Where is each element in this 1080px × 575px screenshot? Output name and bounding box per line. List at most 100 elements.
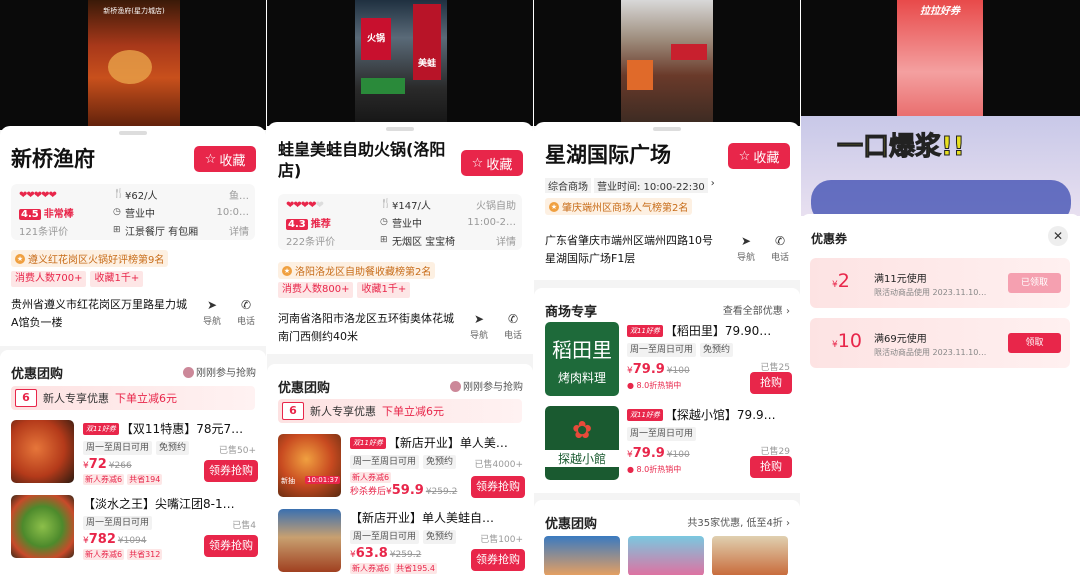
buy-button[interactable]: 领券抢购 xyxy=(471,549,525,571)
screenshot-collage: 新桥渔府(星力城店) 新桥渔府 ☆ 收藏 ❤❤❤❤❤ 4.5 非常棒 121条评价 … xyxy=(0,0,1080,575)
rank-badge[interactable]: ★ 遵义红花岗区火锅好评榜第9名 xyxy=(11,250,169,267)
hours-row[interactable]: ◷ 营业中 11:00-2… xyxy=(380,214,516,230)
double11-badge: 双11好券 xyxy=(83,423,119,435)
navigate-button[interactable]: ➤ 导航 xyxy=(467,312,491,341)
rating-hearts: ❤❤❤❤❤ xyxy=(19,190,57,201)
video-thumbnail[interactable] xyxy=(621,0,713,126)
deal-savings: 新人券减6 xyxy=(350,472,392,483)
video-area[interactable]: 拉拉好券 xyxy=(801,0,1080,120)
hours-row[interactable]: ◷ 营业中 10:0… xyxy=(113,204,249,220)
favorite-button[interactable]: ☆ 收藏 xyxy=(728,143,790,169)
buy-button[interactable]: 领券抢购 xyxy=(471,476,525,498)
double11-badge: 双11好券 xyxy=(350,437,386,449)
buy-button[interactable]: 领券抢购 xyxy=(204,460,258,482)
close-icon[interactable]: ✕ xyxy=(1048,226,1068,246)
storefront-sign: 火锅 xyxy=(361,18,391,60)
review-count[interactable]: 222条评价 xyxy=(286,233,335,248)
coupon-amount: ¥2 xyxy=(832,270,850,292)
deal-item[interactable]: 【新店开业】单人美蛙自… 周一至周日可用 免预约 已售100+ ¥63.8 ¥259… xyxy=(278,509,525,575)
panel-xinqiao-yufu: 新桥渔府(星力城店) 新桥渔府 ☆ 收藏 ❤❤❤❤❤ 4.5 非常棒 121条评价 … xyxy=(0,0,266,575)
rank-badge[interactable]: ★ 肇庆端州区商场人气榜第2名 xyxy=(545,198,693,215)
newcomer-promo[interactable]: 6 新人专享优惠 下单立减6元 xyxy=(278,399,522,423)
video-thumbnail[interactable]: 拉拉好券 xyxy=(897,0,983,120)
deal-thumbnail[interactable] xyxy=(628,536,704,575)
deal-savings: 新人券减6 共省194 xyxy=(83,474,163,485)
rating-score: 4.5 非常棒 xyxy=(19,205,74,220)
deal-thumbnail[interactable] xyxy=(712,536,788,575)
rating-hearts: ❤❤❤❤❤ xyxy=(286,200,324,211)
drag-handle[interactable] xyxy=(653,127,681,131)
hot-sale-text: 8.0折热销中 xyxy=(636,381,682,390)
total-savings: 共省195.4 xyxy=(394,563,437,574)
deal-thumbnail[interactable] xyxy=(544,536,620,575)
features: 无烟区 宝宝椅 xyxy=(392,236,456,248)
group-deals-summary[interactable]: 共35家优惠, 低至4折 › xyxy=(687,514,790,529)
deal-title: 【新店开业】单人美蛙自… xyxy=(350,511,495,525)
rank-text: 肇庆端州区商场人气榜第2名 xyxy=(562,203,689,214)
deal-tag: 免预约 xyxy=(700,343,734,357)
favorite-button[interactable]: ☆ 收藏 xyxy=(461,150,523,176)
coupon-condition: 满11元使用 xyxy=(874,274,927,285)
feature-row[interactable]: ⊞ 江景餐厅 有包厢 详情 xyxy=(113,222,249,238)
mall-category: 综合商场 xyxy=(545,178,591,193)
cutlery-icon: 🍴 xyxy=(113,189,125,199)
newcomer-promo[interactable]: 6 新人专享优惠 下单立减6元 xyxy=(11,386,255,410)
hours: 11:00-2… xyxy=(467,216,516,228)
mall-meta[interactable]: 综合商场 营业时间: 10:00-22:30 › xyxy=(545,178,715,193)
shop-deal-item[interactable]: ✿ 探越小館 双11好券 【探越小馆】79.9… 周一至周日可用 已售29 ¥79… xyxy=(545,406,792,484)
deal-item[interactable]: 新抽 10:01:37 双11好券 【新店开业】单人美… 周一至周日可用 免预约 已… xyxy=(278,434,525,504)
deal-tag: 免预约 xyxy=(156,441,190,455)
video-area[interactable]: 新桥渔府(星力城店) xyxy=(0,0,266,130)
drag-handle[interactable] xyxy=(386,127,414,131)
rank-badge[interactable]: ★ 洛阳洛龙区自助餐收藏榜第2名 xyxy=(278,262,436,279)
navigate-button[interactable]: ➤ 导航 xyxy=(200,298,224,327)
deal-tags: 周一至周日可用 xyxy=(83,516,153,530)
favorite-button[interactable]: ☆ 收藏 xyxy=(194,146,256,172)
navigation-arrow-icon: ➤ xyxy=(740,234,752,248)
address[interactable]: 广东省肇庆市端州区端州四路10号星湖国际广场F1层 xyxy=(545,232,715,267)
shop-deal-item[interactable]: 稻田里 烤肉料理 双11好券 【稻田里】79.90… 周一至周日可用 免预约 已售2… xyxy=(545,322,792,400)
view-all-link[interactable]: 查看全部优惠 › xyxy=(723,302,790,317)
video-thumbnail[interactable]: 火锅 美蛙 xyxy=(355,0,447,126)
video-thumbnail[interactable]: 新桥渔府(星力城店) xyxy=(88,0,180,130)
buy-button[interactable]: 抢购 xyxy=(750,372,792,394)
favorite-label: 收藏 xyxy=(219,153,246,169)
coupon-claim-button[interactable]: 领取 xyxy=(1008,333,1061,353)
deal-tags: 周一至周日可用 免预约 xyxy=(350,530,457,544)
phone-button[interactable]: ✆ 电话 xyxy=(234,298,258,327)
drag-handle[interactable] xyxy=(119,131,147,135)
phone-button[interactable]: ✆ 电话 xyxy=(768,234,792,263)
price-value: 63.8 xyxy=(355,546,388,561)
buy-button[interactable]: 抢购 xyxy=(750,456,792,478)
star-icon: ☆ xyxy=(204,151,217,167)
coupon-claimed-button[interactable]: 已领取 xyxy=(1008,273,1061,293)
promo-highlight: 下单立减6元 xyxy=(382,405,444,418)
tag-consumers: 消费人数800+ xyxy=(278,282,354,298)
feature-row[interactable]: ⊞ 无烟区 宝宝椅 详情 xyxy=(380,232,516,248)
address[interactable]: 河南省洛阳市洛龙区五环街奥体花城南门西侧约40米 xyxy=(278,310,458,345)
coupon-icon: 6 xyxy=(282,402,304,420)
review-count[interactable]: 121条评价 xyxy=(19,223,68,238)
mall-title: 星湖国际广场 xyxy=(545,143,671,167)
video-area[interactable] xyxy=(534,0,800,126)
phone-icon: ✆ xyxy=(507,312,519,326)
favorite-label: 收藏 xyxy=(753,150,780,166)
deal-item[interactable]: 【淡水之王】尖嘴江团8-1… 周一至周日可用 已售4 ¥782 ¥1094 新人券… xyxy=(11,495,258,565)
deal-item[interactable]: 双11好券 【双11特惠】78元7… 周一至周日可用 免预约 已售50+ ¥72 ¥2… xyxy=(11,420,258,490)
hot-sale-label: ● 8.0折热销中 xyxy=(627,381,682,390)
chevron-right-icon: › xyxy=(710,178,715,189)
stat-tags: 消费人数700+ 收藏1千+ xyxy=(11,271,144,287)
navigate-button[interactable]: ➤ 导航 xyxy=(734,234,758,263)
stat-tags: 消费人数800+ 收藏1千+ xyxy=(278,282,411,298)
star-icon: ☆ xyxy=(471,155,484,171)
banner-headline: 一口爆浆!! xyxy=(837,132,966,163)
deal-title: 【淡水之王】尖嘴江团8-1… xyxy=(83,497,235,511)
phone-button[interactable]: ✆ 电话 xyxy=(501,312,525,341)
avatar xyxy=(183,367,194,378)
address[interactable]: 贵州省遵义市红花岗区万里路星力城A馆负一楼 xyxy=(11,296,191,331)
medal-icon: ★ xyxy=(549,201,559,212)
details-link[interactable]: 详情 xyxy=(229,223,249,238)
buy-button[interactable]: 领券抢购 xyxy=(204,535,258,557)
details-link[interactable]: 详情 xyxy=(496,233,516,248)
video-area[interactable]: 火锅 美蛙 xyxy=(267,0,533,126)
